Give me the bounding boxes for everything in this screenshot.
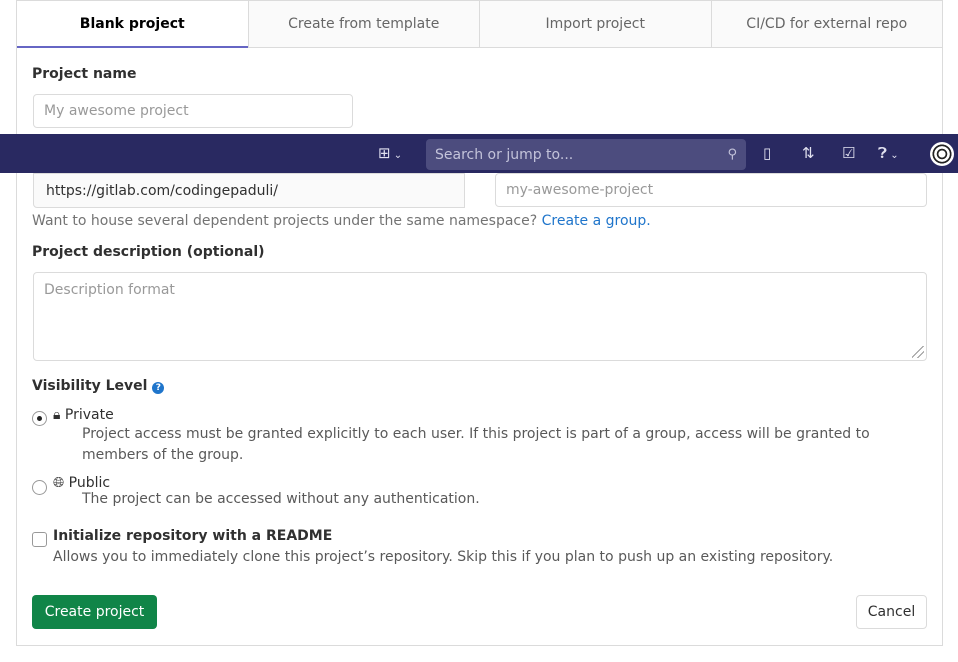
search-placeholder: Search or jump to... xyxy=(435,146,574,163)
visibility-label: Visibility Level ? xyxy=(32,378,165,394)
chevron-down-icon: ⌄ xyxy=(887,150,899,161)
cancel-button[interactable]: Cancel xyxy=(856,595,927,629)
visibility-label-text: Visibility Level xyxy=(32,378,148,394)
private-radio[interactable] xyxy=(32,411,47,426)
group-hint-text: Want to house several dependent projects… xyxy=(32,213,538,229)
create-project-button[interactable]: Create project xyxy=(32,595,157,629)
todo-icon[interactable]: ☑ xyxy=(842,144,855,162)
resize-handle[interactable] xyxy=(912,346,924,358)
private-help: Project access must be granted explicitl… xyxy=(82,426,870,463)
project-tabs: Blank project Create from template Impor… xyxy=(16,0,943,48)
public-option[interactable]: 🌐︎ Public xyxy=(53,475,110,491)
group-hint: Want to house several dependent projects… xyxy=(32,213,651,229)
issues-icon[interactable]: ▯ xyxy=(763,144,771,162)
project-slug-input[interactable]: my-awesome-project xyxy=(495,173,927,207)
description-textarea[interactable]: Description format xyxy=(33,272,927,361)
merge-request-icon[interactable]: ⇅ xyxy=(802,144,815,162)
plus-square-icon: ⊞ xyxy=(378,144,391,162)
chevron-down-icon: ⌄ xyxy=(390,150,403,161)
new-dropdown[interactable]: ⊞ ⌄ xyxy=(378,144,402,162)
user-avatar[interactable] xyxy=(930,142,954,166)
readme-label[interactable]: Initialize repository with a README xyxy=(53,528,332,544)
tab-import-project[interactable]: Import project xyxy=(479,1,711,48)
project-name-input[interactable]: My awesome project xyxy=(33,94,353,128)
private-label: Private xyxy=(64,407,114,423)
radio-selected-dot xyxy=(37,416,42,421)
description-label: Project description (optional) xyxy=(32,244,265,260)
project-name-label: Project name xyxy=(32,66,137,82)
readme-help: Allows you to immediately clone this pro… xyxy=(53,549,834,565)
tab-cicd-external-repo[interactable]: CI/CD for external repo xyxy=(710,1,942,48)
readme-checkbox[interactable] xyxy=(32,532,47,547)
help-icon: ❓︎ xyxy=(878,144,888,162)
tab-create-from-template[interactable]: Create from template xyxy=(247,1,479,48)
create-group-link[interactable]: Create a group. xyxy=(542,213,651,229)
search-input[interactable]: Search or jump to... ⚲ xyxy=(426,139,746,170)
public-help: The project can be accessed without any … xyxy=(82,491,480,507)
namespace-url-prefix: https://gitlab.com/codingepaduli/ xyxy=(33,173,465,208)
lock-icon: 🔒︎ xyxy=(53,407,61,423)
help-dropdown[interactable]: ❓︎ ⌄ xyxy=(878,144,899,162)
globe-icon: 🌐︎ xyxy=(53,475,65,491)
tab-blank-project[interactable]: Blank project xyxy=(17,1,248,48)
search-icon: ⚲ xyxy=(727,147,737,162)
public-label: Public xyxy=(68,475,111,491)
private-option[interactable]: 🔒︎ Private xyxy=(53,407,114,423)
public-radio[interactable] xyxy=(32,480,47,495)
question-icon[interactable]: ? xyxy=(152,382,165,394)
